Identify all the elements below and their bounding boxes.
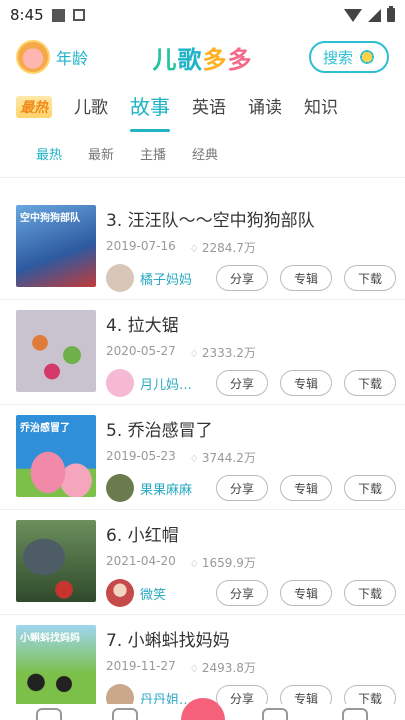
item-meta: 2020-05-27 2333.2万 [106, 344, 396, 361]
tab-stories[interactable]: 故事 [130, 91, 170, 132]
thumbnail-caption: 乔治感冒了 [20, 423, 70, 434]
download-button[interactable]: 下载 [344, 265, 396, 291]
search-icon [359, 49, 375, 65]
download-button[interactable]: 下载 [344, 475, 396, 501]
logo-char: 儿 [152, 45, 178, 74]
tab-songs[interactable]: 儿歌 [74, 93, 108, 122]
thumbnail-caption: 空中狗狗部队 [20, 213, 80, 224]
thumbnail-caption: 小蝌蚪找妈妈 [20, 633, 80, 644]
item-actions: 橘子妈妈 分享 专辑 下载 [106, 264, 396, 292]
item-title[interactable]: 6. 小红帽 [106, 521, 396, 546]
item-plays: 2284.7万 [190, 239, 256, 256]
app-header: 年龄 儿歌多多 搜索 [0, 30, 405, 84]
subtab-host[interactable]: 主播 [140, 144, 166, 163]
age-selector[interactable]: 年龄 [56, 45, 88, 69]
thumbnail-image[interactable]: 小蝌蚪找妈妈 [16, 625, 96, 707]
nav-download-icon[interactable] [262, 708, 288, 720]
wifi-icon [344, 8, 362, 22]
uploader-avatar[interactable] [106, 264, 134, 292]
item-info: 6. 小红帽 2021-04-20 1659.9万 微笑 分享 专辑 下载 [106, 520, 396, 614]
item-plays: 2333.2万 [190, 344, 256, 361]
uploader-avatar[interactable] [106, 369, 134, 397]
item-date: 2019-07-16 [106, 239, 176, 253]
uploader-name[interactable]: 橘子妈妈 [140, 269, 204, 288]
category-tabs: 最热 儿歌 故事 英语 诵读 知识 [0, 84, 405, 132]
signal-icon [368, 8, 381, 22]
item-info: 5. 乔治感冒了 2019-05-23 3744.2万 果果麻麻 分享 专辑 下… [106, 415, 396, 509]
tab-hot[interactable]: 最热 [16, 96, 52, 118]
list-item[interactable]: 小蝌蚪找妈妈 7. 小蝌蚪找妈妈 2019-11-27 2493.8万 丹丹姐姐… [0, 615, 405, 708]
thumbnail-image[interactable] [16, 310, 96, 392]
age-avatar-icon[interactable] [16, 40, 50, 74]
item-plays: 3744.2万 [190, 449, 256, 466]
item-title[interactable]: 5. 乔治感冒了 [106, 416, 396, 441]
thumbnail-image[interactable]: 空中狗狗部队 [16, 205, 96, 287]
item-actions: 月儿妈妈... 分享 专辑 下载 [106, 369, 396, 397]
subtab-new[interactable]: 最新 [88, 144, 114, 163]
bottom-navigation [0, 698, 405, 720]
item-meta: 2019-11-27 2493.8万 [106, 659, 396, 676]
nav-home-icon[interactable] [36, 708, 62, 720]
item-actions: 果果麻麻 分享 专辑 下载 [106, 474, 396, 502]
nav-video-icon[interactable] [112, 708, 138, 720]
notification-icon [51, 8, 65, 22]
item-title[interactable]: 3. 汪汪队～～空中狗狗部队 [106, 206, 396, 231]
nav-profile-icon[interactable] [342, 708, 368, 720]
sort-tabs: 最热 最新 主播 经典 [0, 130, 405, 178]
app-logo: 儿歌多多 [153, 40, 253, 75]
tab-english[interactable]: 英语 [192, 93, 226, 122]
album-button[interactable]: 专辑 [280, 580, 332, 606]
thumbnail-image[interactable]: 乔治感冒了 [16, 415, 96, 497]
item-actions: 微笑 分享 专辑 下载 [106, 579, 396, 607]
item-title[interactable]: 4. 拉大锯 [106, 311, 396, 336]
thumbnail-image[interactable] [16, 520, 96, 602]
status-time: 8:45 [10, 6, 44, 24]
album-button[interactable]: 专辑 [280, 370, 332, 396]
logo-char: 多 [202, 45, 228, 74]
album-button[interactable]: 专辑 [280, 265, 332, 291]
subtab-hot[interactable]: 最热 [36, 144, 62, 163]
logo-char: 多 [227, 45, 253, 74]
search-label: 搜索 [322, 48, 353, 67]
item-date: 2021-04-20 [106, 554, 176, 568]
item-date: 2020-05-27 [106, 344, 176, 358]
story-list[interactable]: 空中狗狗部队 3. 汪汪队～～空中狗狗部队 2019-07-16 2284.7万… [0, 195, 405, 708]
item-info: 7. 小蝌蚪找妈妈 2019-11-27 2493.8万 丹丹姐姐讲故事 分享 … [106, 625, 396, 708]
uploader-name[interactable]: 微笑 [140, 584, 204, 603]
share-button[interactable]: 分享 [216, 475, 268, 501]
tab-recite[interactable]: 诵读 [248, 93, 282, 122]
tab-knowledge[interactable]: 知识 [304, 93, 338, 122]
subtab-classic[interactable]: 经典 [192, 144, 218, 163]
uploader-name[interactable]: 月儿妈妈... [140, 374, 204, 393]
item-info: 4. 拉大锯 2020-05-27 2333.2万 月儿妈妈... 分享 专辑 … [106, 310, 396, 404]
list-item[interactable]: 乔治感冒了 5. 乔治感冒了 2019-05-23 3744.2万 果果麻麻 分… [0, 405, 405, 510]
list-item[interactable]: 6. 小红帽 2021-04-20 1659.9万 微笑 分享 专辑 下载 [0, 510, 405, 615]
item-plays: 1659.9万 [190, 554, 256, 571]
item-date: 2019-05-23 [106, 449, 176, 463]
search-button[interactable]: 搜索 [309, 41, 389, 73]
album-button[interactable]: 专辑 [280, 475, 332, 501]
logo-char: 歌 [177, 45, 203, 74]
item-info: 3. 汪汪队～～空中狗狗部队 2019-07-16 2284.7万 橘子妈妈 分… [106, 205, 396, 299]
share-button[interactable]: 分享 [216, 370, 268, 396]
item-meta: 2019-07-16 2284.7万 [106, 239, 396, 256]
item-plays: 2493.8万 [190, 659, 256, 676]
uploader-name[interactable]: 果果麻麻 [140, 479, 204, 498]
list-item[interactable]: 空中狗狗部队 3. 汪汪队～～空中狗狗部队 2019-07-16 2284.7万… [0, 195, 405, 300]
battery-icon [387, 6, 395, 22]
item-meta: 2021-04-20 1659.9万 [106, 554, 396, 571]
status-right [344, 6, 395, 22]
download-button[interactable]: 下载 [344, 370, 396, 396]
app-notification-icon [72, 9, 85, 21]
share-button[interactable]: 分享 [216, 265, 268, 291]
item-meta: 2019-05-23 3744.2万 [106, 449, 396, 466]
uploader-avatar[interactable] [106, 579, 134, 607]
uploader-avatar[interactable] [106, 474, 134, 502]
share-button[interactable]: 分享 [216, 580, 268, 606]
list-item[interactable]: 4. 拉大锯 2020-05-27 2333.2万 月儿妈妈... 分享 专辑 … [0, 300, 405, 405]
item-date: 2019-11-27 [106, 659, 176, 673]
download-button[interactable]: 下载 [344, 580, 396, 606]
item-title[interactable]: 7. 小蝌蚪找妈妈 [106, 626, 396, 651]
status-bar: 8:45 [0, 0, 405, 30]
